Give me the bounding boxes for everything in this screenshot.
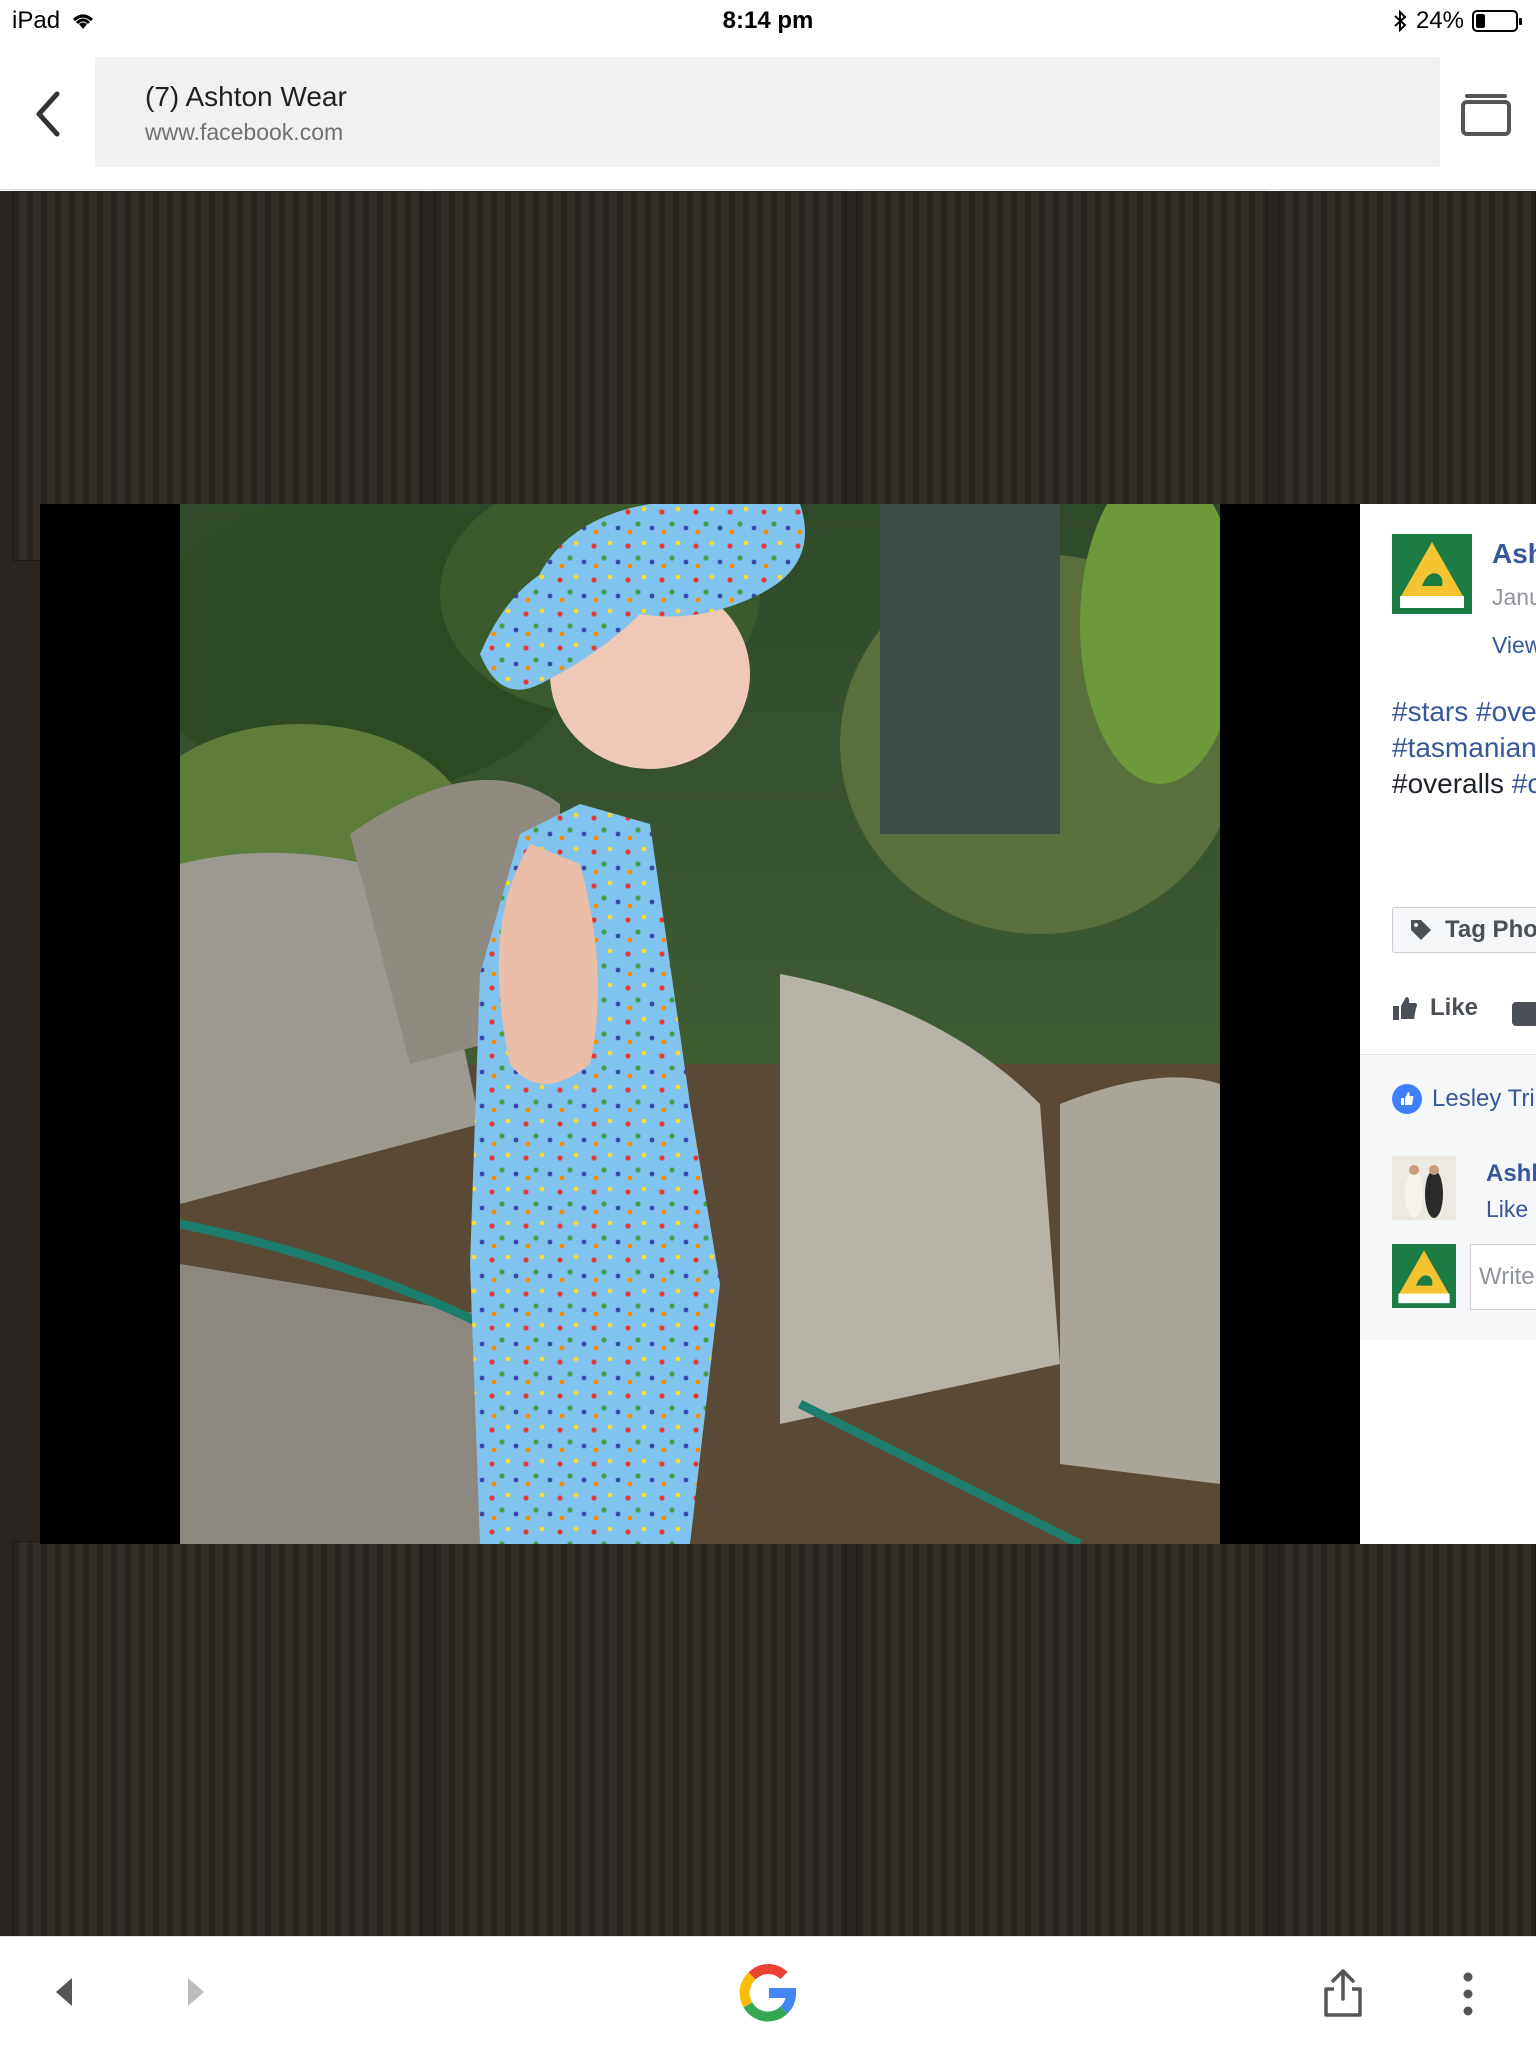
- background-photo[interactable]: [12, 1541, 422, 1936]
- page-content: Ash Janu View #stars #ove #tasmanian #ov…: [0, 191, 1536, 1936]
- battery-fill: [1476, 14, 1485, 28]
- thumbs-up-icon: [1393, 997, 1417, 1020]
- australian-made-logo: [1392, 534, 1472, 614]
- photo-info-panel: Ash Janu View #stars #ove #tasmanian #ov…: [1360, 504, 1536, 1544]
- more-options-button[interactable]: [1460, 1971, 1476, 2017]
- comment-like-action[interactable]: Like ·: [1486, 1196, 1536, 1223]
- triangle-right-icon: [188, 1978, 204, 2006]
- like-button[interactable]: Like: [1392, 994, 1478, 1022]
- google-g-icon: [739, 1964, 796, 2022]
- tabs-icon: [1461, 94, 1511, 136]
- page-name-link[interactable]: Ash: [1492, 538, 1536, 570]
- page-title: (7) Ashton Wear: [145, 81, 347, 112]
- caption-hashtags-line[interactable]: #tasmanian: [1392, 730, 1536, 766]
- share-icon: [1324, 1969, 1362, 2017]
- caption-hashtags-line: #overalls #c: [1392, 766, 1536, 802]
- current-page-avatar: [1392, 1244, 1456, 1308]
- caption-hashtag[interactable]: #c: [1512, 768, 1536, 799]
- chevron-left-icon: [36, 91, 60, 137]
- photo-image: [180, 504, 1220, 1544]
- tag-photo-button[interactable]: Tag Pho: [1392, 907, 1536, 953]
- google-button[interactable]: [733, 1957, 803, 2027]
- share-button[interactable]: [1320, 1967, 1366, 2019]
- tag-icon: [1411, 920, 1431, 940]
- photo-child-in-star-overalls[interactable]: [180, 504, 1220, 1544]
- battery-percent: 24%: [1415, 7, 1464, 34]
- caption-text: #overalls: [1392, 768, 1512, 799]
- like-reaction-icon: [1392, 1084, 1422, 1114]
- liked-by-row[interactable]: Lesley Tri: [1392, 1084, 1535, 1114]
- background-photo[interactable]: [856, 1541, 1268, 1936]
- commenter-avatar[interactable]: [1392, 1156, 1456, 1220]
- tabs-button[interactable]: [1458, 90, 1514, 140]
- background-photo[interactable]: [434, 1541, 846, 1936]
- like-label: Like: [1430, 994, 1479, 1021]
- comment-icon[interactable]: [1512, 1002, 1536, 1026]
- browser-toolbar: [0, 1936, 1536, 2048]
- status-bar: iPad 8:14 pm 24%: [0, 0, 1536, 40]
- address-bar[interactable]: (7) Ashton Wear www.facebook.com: [95, 57, 1440, 167]
- photo-stage: [40, 504, 1360, 1544]
- back-button[interactable]: [26, 84, 70, 144]
- nav-forward-button[interactable]: [182, 1975, 208, 2014]
- photo-caption: #stars #ove #tasmanian #overalls #c: [1392, 694, 1536, 802]
- browser-header: (7) Ashton Wear www.facebook.com: [0, 40, 1536, 190]
- comment-input[interactable]: Write: [1470, 1244, 1536, 1310]
- triangle-left-icon: [56, 1978, 72, 2006]
- bluetooth-icon: [1394, 9, 1407, 33]
- caption-hashtags-line[interactable]: #stars #ove: [1392, 694, 1536, 730]
- photo-viewer: Ash Janu View #stars #ove #tasmanian #ov…: [40, 504, 1536, 1544]
- australian-made-logo: [1392, 1244, 1456, 1308]
- liked-by-name: Lesley Tri: [1432, 1085, 1535, 1112]
- tag-photo-label: Tag Pho: [1445, 916, 1536, 943]
- page-avatar[interactable]: [1392, 534, 1472, 614]
- background-photo[interactable]: [1278, 1541, 1536, 1936]
- status-right: 24%: [1392, 7, 1522, 35]
- status-time: 8:14 pm: [722, 7, 814, 34]
- nav-back-button[interactable]: [52, 1975, 78, 2014]
- page-url: www.facebook.com: [145, 119, 344, 145]
- vertical-dots-icon: [1463, 1972, 1473, 2016]
- view-link[interactable]: View: [1492, 632, 1536, 659]
- post-date[interactable]: Janu: [1492, 584, 1536, 611]
- battery-icon: [1472, 10, 1522, 32]
- comment-author[interactable]: Ashle: [1486, 1160, 1536, 1188]
